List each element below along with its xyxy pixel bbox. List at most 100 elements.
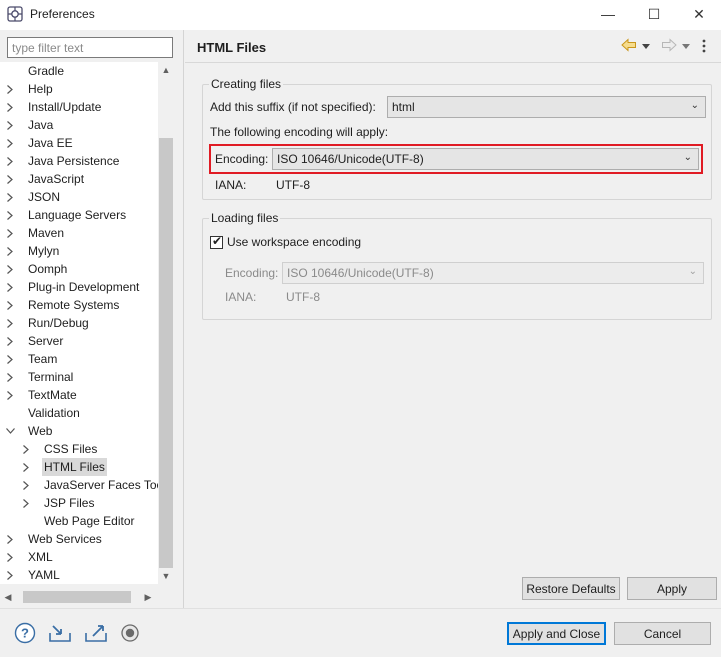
tree-item[interactable]: Java EE: [0, 134, 158, 152]
import-icon[interactable]: [48, 623, 72, 643]
chevron-right-icon[interactable]: [4, 188, 16, 206]
cancel-button[interactable]: Cancel: [614, 622, 711, 645]
chevron-right-icon[interactable]: [4, 278, 16, 296]
tree-item-label: Help: [28, 82, 53, 96]
suffix-select[interactable]: html ⌄: [387, 96, 706, 118]
chevron-right-icon[interactable]: [4, 530, 16, 548]
tree-item[interactable]: JavaServer Faces Too: [0, 476, 158, 494]
back-dropdown-icon[interactable]: [642, 39, 650, 53]
chevron-right-icon[interactable]: [4, 116, 16, 134]
tree-item-label: Web: [28, 424, 53, 438]
checkmark-icon: ✔: [212, 234, 223, 248]
tree-item[interactable]: Java Persistence: [0, 152, 158, 170]
scroll-thumb-horizontal[interactable]: [23, 591, 131, 603]
record-icon[interactable]: [120, 623, 140, 643]
chevron-right-icon[interactable]: [4, 206, 16, 224]
svg-text:?: ?: [21, 626, 29, 641]
tree-item[interactable]: JavaScript: [0, 170, 158, 188]
creating-encoding-value: ISO 10646/Unicode(UTF-8): [277, 152, 424, 166]
use-workspace-encoding-label[interactable]: Use workspace encoding: [227, 235, 361, 249]
chevron-right-icon[interactable]: [4, 566, 16, 584]
forward-dropdown-icon[interactable]: [682, 39, 690, 53]
tree-item[interactable]: Web Services: [0, 530, 158, 548]
creating-iana-value: UTF-8: [276, 178, 310, 192]
chevron-right-icon[interactable]: [4, 296, 16, 314]
suffix-value: html: [392, 100, 415, 114]
chevron-right-icon[interactable]: [4, 98, 16, 116]
tree-item[interactable]: XML: [0, 548, 158, 566]
help-icon[interactable]: ?: [14, 622, 36, 644]
tree-vertical-scrollbar[interactable]: ▲ ▼: [158, 62, 174, 584]
tree-item[interactable]: TextMate: [0, 386, 158, 404]
chevron-right-icon[interactable]: [4, 368, 16, 386]
minimize-button[interactable]: —: [586, 0, 630, 28]
chevron-right-icon[interactable]: [4, 314, 16, 332]
tree-item[interactable]: Oomph: [0, 260, 158, 278]
tree-item[interactable]: Java: [0, 116, 158, 134]
scroll-left-icon[interactable]: ◀: [0, 589, 16, 605]
scroll-right-icon[interactable]: ▶: [140, 589, 156, 605]
tree-item[interactable]: Plug-in Development: [0, 278, 158, 296]
tree-item[interactable]: Validation: [0, 404, 158, 422]
chevron-right-icon[interactable]: [20, 494, 32, 512]
chevron-right-icon[interactable]: [4, 152, 16, 170]
scroll-thumb-vertical[interactable]: [159, 138, 173, 568]
chevron-down-icon[interactable]: [4, 422, 16, 440]
tree-item[interactable]: Gradle: [0, 62, 158, 80]
scroll-up-icon[interactable]: ▲: [158, 62, 174, 78]
chevron-right-icon[interactable]: [4, 332, 16, 350]
chevron-right-icon[interactable]: [4, 386, 16, 404]
chevron-right-icon[interactable]: [4, 80, 16, 98]
chevron-right-icon[interactable]: [4, 242, 16, 260]
maximize-button[interactable]: ☐: [632, 0, 676, 28]
tree-item[interactable]: Team: [0, 350, 158, 368]
chevron-right-icon[interactable]: [4, 224, 16, 242]
tree-item[interactable]: Language Servers: [0, 206, 158, 224]
loading-encoding-value: ISO 10646/Unicode(UTF-8): [287, 266, 434, 280]
tree-item[interactable]: JSP Files: [0, 494, 158, 512]
chevron-right-icon[interactable]: [20, 440, 32, 458]
restore-defaults-button[interactable]: Restore Defaults: [522, 577, 620, 600]
tree-item[interactable]: Mylyn: [0, 242, 158, 260]
tree-item[interactable]: Remote Systems: [0, 296, 158, 314]
chevron-right-icon[interactable]: [4, 170, 16, 188]
chevron-right-icon[interactable]: [4, 134, 16, 152]
tree-item[interactable]: JSON: [0, 188, 158, 206]
chevron-right-icon[interactable]: [4, 548, 16, 566]
tree-item[interactable]: Install/Update: [0, 98, 158, 116]
tree-item[interactable]: Run/Debug: [0, 314, 158, 332]
chevron-right-icon[interactable]: [20, 458, 32, 476]
view-menu-icon[interactable]: [702, 38, 706, 54]
tree-item-label: Web Services: [28, 532, 102, 546]
creating-encoding-select[interactable]: ISO 10646/Unicode(UTF-8) ⌄: [272, 148, 699, 170]
export-icon[interactable]: [84, 623, 108, 643]
chevron-right-icon[interactable]: [4, 260, 16, 278]
apply-button[interactable]: Apply: [627, 577, 717, 600]
forward-nav[interactable]: [661, 37, 690, 55]
forward-arrow-icon[interactable]: [661, 37, 677, 55]
filter-input[interactable]: [7, 37, 173, 58]
back-arrow-icon[interactable]: [621, 37, 637, 55]
tree-item[interactable]: Maven: [0, 224, 158, 242]
chevron-right-icon[interactable]: [4, 350, 16, 368]
use-workspace-encoding-checkbox[interactable]: ✔: [210, 234, 223, 249]
tree-item[interactable]: Server: [0, 332, 158, 350]
chevron-right-icon[interactable]: [20, 476, 32, 494]
tree-item[interactable]: Web Page Editor: [0, 512, 158, 530]
back-nav[interactable]: [621, 37, 650, 55]
scroll-down-icon[interactable]: ▼: [158, 568, 174, 584]
tree-item[interactable]: YAML: [0, 566, 158, 584]
apply-and-close-button[interactable]: Apply and Close: [507, 622, 606, 645]
tree-item[interactable]: CSS Files: [0, 440, 158, 458]
tree-item[interactable]: HTML Files: [0, 458, 158, 476]
tree-item-label: JSP Files: [44, 496, 95, 510]
tree-item[interactable]: Web: [0, 422, 158, 440]
close-button[interactable]: ✕: [677, 0, 721, 28]
loading-iana-label: IANA:: [225, 290, 257, 304]
tree-horizontal-scrollbar[interactable]: ◀ ▶: [0, 589, 158, 605]
tree-item[interactable]: Help: [0, 80, 158, 98]
tree-item[interactable]: Terminal: [0, 368, 158, 386]
pane-divider[interactable]: [183, 30, 184, 608]
tree-item-label: XML: [28, 550, 53, 564]
creating-encoding-label: Encoding:: [215, 152, 269, 166]
